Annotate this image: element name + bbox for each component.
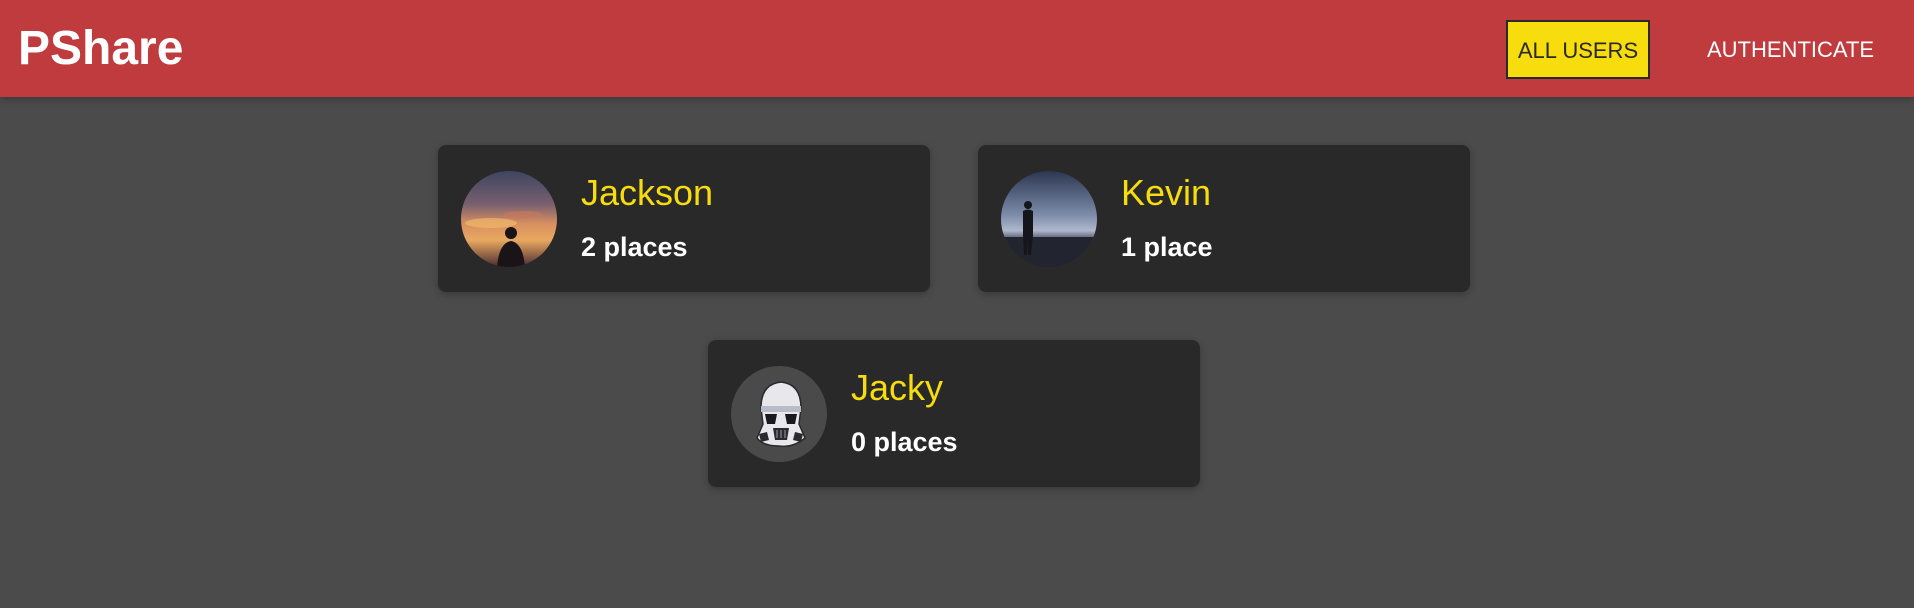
user-avatar-jacky [731,366,827,462]
user-name: Kevin [1121,172,1212,213]
user-name: Jackson [581,172,714,213]
user-name: Jacky [851,367,944,408]
nav-authenticate-link[interactable]: AUTHENTICATE [1692,20,1892,79]
user-place-count: 1 place [1121,232,1213,262]
user-card-kevin[interactable]: Kevin 1 place [978,145,1470,292]
user-avatar-kevin [1001,171,1097,267]
user-place-count: 2 places [581,232,688,262]
user-place-count: 0 places [851,427,958,457]
user-card-jacky[interactable]: Jacky 0 places [708,340,1200,487]
user-avatar-jackson [461,171,557,267]
user-card-jackson[interactable]: Jackson 2 places [438,145,930,292]
main-header: PShare ALL USERS AUTHENTICATE [0,0,1914,97]
nav-all-users-link[interactable]: ALL USERS [1506,20,1650,79]
app-logo[interactable]: PShare [18,20,183,78]
